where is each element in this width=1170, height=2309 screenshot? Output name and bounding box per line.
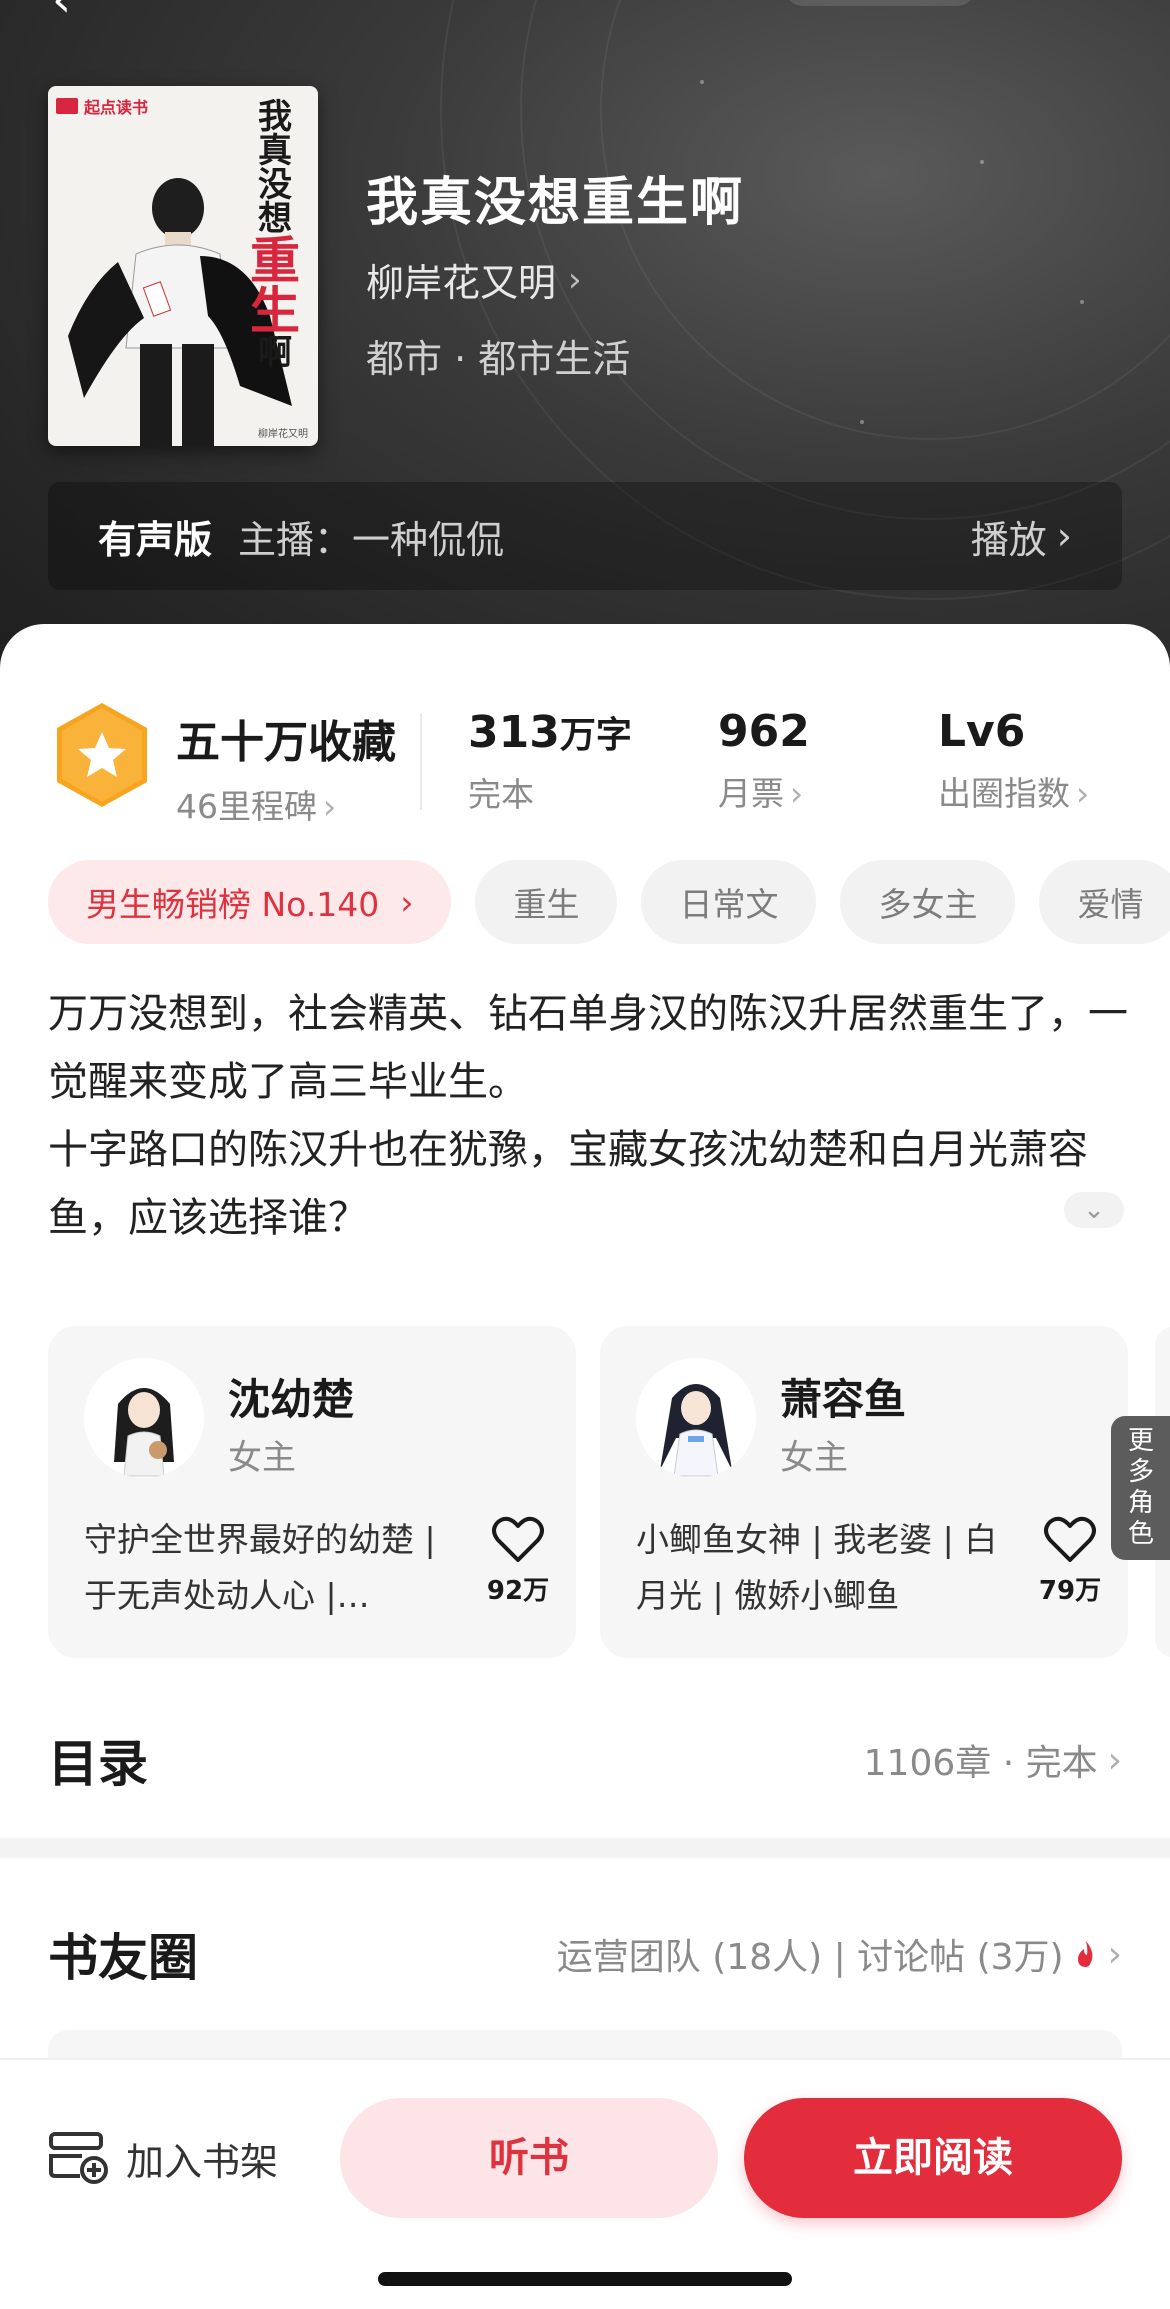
add-to-shelf-label: 加入书架	[126, 2139, 279, 2184]
collect-label: 46里程碑	[176, 787, 317, 826]
role-card[interactable]: 萧容鱼 女主 小鲫鱼女神 | 我老婆 | 白月光 | 傲娇小鲫鱼 79万	[600, 1326, 1128, 1658]
tag-chip[interactable]: 日常文	[641, 860, 817, 944]
stat-tickets[interactable]: 962 月票 ›	[718, 706, 810, 815]
cover-title: 我 真 没 想 重 生 啊	[250, 97, 300, 373]
bottom-action-bar: 加入书架 听书 立即阅读	[0, 2058, 1170, 2309]
fire-icon	[1077, 1941, 1092, 1967]
read-now-button[interactable]: 立即阅读	[744, 2098, 1122, 2218]
heart-icon	[1044, 1516, 1096, 1562]
role-type: 女主	[780, 1438, 848, 1478]
book-title: 我真没想重生啊	[366, 173, 745, 233]
words-value-row: 313万字	[468, 706, 632, 758]
collect-value: 五十万收藏	[176, 717, 396, 768]
decor-star	[980, 160, 984, 164]
role-bio: 小鲫鱼女神 | 我老婆 | 白月光 | 傲娇小鲫鱼	[636, 1520, 998, 1615]
play-button[interactable]: 播放 ›	[971, 509, 1072, 564]
community-meta-text: 运营团队 (18人) | 讨论帖 (3万)	[556, 1937, 1064, 1978]
role-name: 萧容鱼	[780, 1375, 907, 1424]
chevron-right-icon: ›	[1107, 1739, 1122, 1781]
collect-label-row: 46里程碑 ›	[176, 780, 396, 828]
community-meta: 运营团队 (18人) | 讨论帖 (3万) ›	[557, 1928, 1122, 1980]
audio-host: 主播：一种侃侃	[238, 517, 505, 562]
play-label: 播放	[970, 517, 1047, 562]
divider	[420, 714, 422, 810]
more-roles-char: 更	[1127, 1426, 1154, 1456]
level-value: Lv6	[938, 706, 1026, 757]
chevron-right-icon: ›	[568, 259, 582, 300]
author-name: 柳岸花又明	[366, 261, 557, 305]
book-header: ‹ 起点读书 我 真 没 想 重 生 啊 柳岸花又明 我真没想重生啊 柳岸花又明…	[0, 0, 1170, 700]
like-count: 92万	[486, 1576, 550, 1606]
words-label: 完本	[468, 775, 534, 814]
tickets-value: 962	[718, 706, 810, 757]
stats-row: 五十万收藏 46里程碑 › 313万字 完本 962 月票 › Lv6 出圈指数 ›	[0, 686, 1170, 826]
level-label: 出圈指数	[938, 774, 1070, 813]
stat-collect[interactable]: 五十万收藏 46里程碑 ›	[176, 706, 396, 828]
community-title: 书友圈	[48, 1929, 198, 1987]
rank-tag-label: 男生畅销榜 No.140	[86, 885, 380, 924]
words-unit: 万字	[559, 715, 632, 756]
avatar	[636, 1358, 756, 1478]
role-bio: 守护全世界最好的幼楚 | 于无声处动人心 |…	[84, 1520, 436, 1615]
book-cover[interactable]: 起点读书 我 真 没 想 重 生 啊 柳岸花又明	[48, 86, 318, 446]
like-button[interactable]: 92万	[478, 1516, 558, 1607]
like-button[interactable]: 79万	[1030, 1516, 1110, 1607]
more-roles-char: 多	[1127, 1457, 1154, 1487]
stat-level[interactable]: Lv6 出圈指数 ›	[938, 706, 1089, 815]
author-link[interactable]: 柳岸花又明 ›	[366, 252, 582, 307]
role-card[interactable]: 沈幼楚 女主 守护全世界最好的幼楚 | 于无声处动人心 |… 92万	[48, 1326, 576, 1658]
catalog-meta: 1106章 · 完本 ›	[864, 1734, 1122, 1786]
audio-version-bar[interactable]: 有声版 主播：一种侃侃 播放 ›	[48, 482, 1122, 590]
chevron-right-icon: ›	[323, 787, 337, 826]
home-indicator[interactable]	[378, 2272, 792, 2286]
avatar	[84, 1358, 204, 1478]
description-paragraph: 十字路口的陈汉升也在犹豫，宝藏女孩沈幼楚和白月光萧容鱼，应该选择谁？	[48, 1127, 1088, 1241]
decor-star	[700, 80, 704, 84]
more-roles-char: 角	[1127, 1488, 1154, 1518]
chevron-right-icon: ›	[1076, 774, 1090, 813]
listen-button[interactable]: 听书	[340, 2098, 718, 2218]
chevron-right-icon: ›	[1107, 1933, 1122, 1975]
decor-star	[1080, 300, 1084, 304]
back-icon[interactable]: ‹	[52, 0, 112, 30]
more-roles-button[interactable]: 更 多 角 色	[1111, 1416, 1170, 1560]
book-description[interactable]: 万万没想到，社会精英、钻石单身汉的陈汉升居然重生了，一觉醒来变成了高三毕业生。 …	[48, 980, 1128, 1252]
tag-row: 男生畅销榜 No.140 › 重生 日常文 多女主 爱情	[48, 860, 1170, 944]
collection-badge-icon	[57, 703, 147, 807]
section-divider	[0, 1838, 1170, 1858]
chevron-right-icon: ›	[400, 882, 414, 922]
add-shelf-icon	[49, 2132, 108, 2184]
description-paragraph: 万万没想到，社会精英、钻石单身汉的陈汉升居然重生了，一觉醒来变成了高三毕业生。	[48, 991, 1128, 1105]
book-genre: 都市 · 都市生活	[366, 337, 631, 381]
rank-tag[interactable]: 男生畅销榜 No.140 ›	[48, 860, 452, 944]
audio-label: 有声版	[98, 517, 213, 562]
add-to-shelf-button[interactable]: 加入书架	[48, 2130, 278, 2186]
more-roles-char: 色	[1127, 1519, 1154, 1549]
tag-chip[interactable]: 爱情	[1039, 860, 1170, 944]
role-type: 女主	[228, 1438, 296, 1478]
words-value: 313	[468, 707, 560, 758]
tickets-label-row: 月票 ›	[718, 767, 810, 815]
level-label-row: 出圈指数 ›	[938, 767, 1089, 815]
tag-chip[interactable]: 重生	[475, 860, 618, 944]
decor-star	[860, 420, 864, 424]
chevron-right-icon: ›	[790, 774, 804, 813]
heart-icon	[492, 1516, 544, 1562]
like-count: 79万	[1038, 1576, 1102, 1606]
catalog-section[interactable]: 目录 1106章 · 完本 ›	[0, 1716, 1170, 1796]
community-section[interactable]: 书友圈 运营团队 (18人) | 讨论帖 (3万) ›	[0, 1910, 1170, 1990]
catalog-title: 目录	[48, 1735, 148, 1793]
catalog-meta-text: 1106章 · 完本	[863, 1743, 1098, 1784]
cover-author: 柳岸花又明	[258, 429, 308, 440]
stat-words: 313万字 完本	[468, 706, 632, 816]
role-name: 沈幼楚	[228, 1375, 355, 1424]
top-action-pill[interactable]	[785, 0, 975, 6]
tag-chip[interactable]: 多女主	[840, 860, 1016, 944]
chevron-right-icon: ›	[1056, 514, 1072, 558]
expand-chevron-icon[interactable]: ⌄	[1064, 1192, 1124, 1228]
tickets-label: 月票	[718, 774, 784, 813]
book-detail-sheet: 五十万收藏 46里程碑 › 313万字 完本 962 月票 › Lv6 出圈指数 › …	[0, 624, 1170, 2309]
